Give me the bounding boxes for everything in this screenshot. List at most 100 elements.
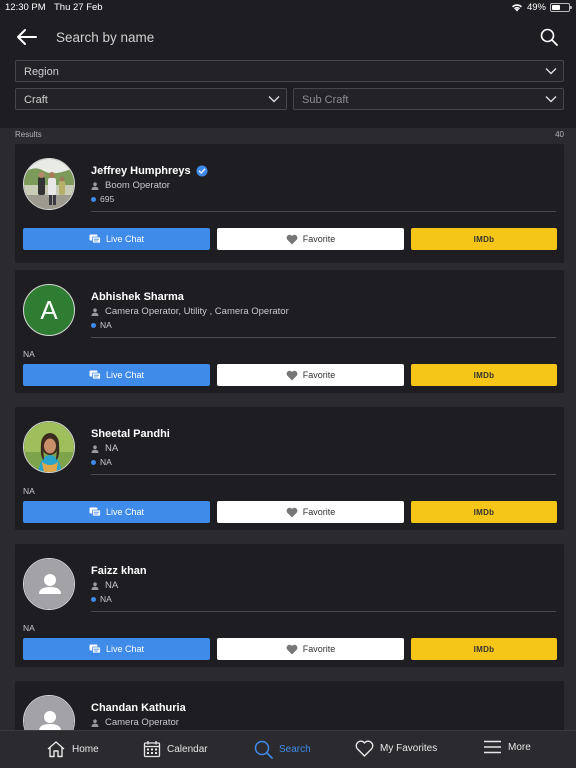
favorite-label: Favorite bbox=[302, 234, 336, 244]
craft-row: NA bbox=[91, 580, 118, 591]
sub-craft-select-label: Sub Craft bbox=[302, 94, 349, 106]
tab-bar: Home Calendar Search My Favorites More bbox=[0, 730, 576, 768]
result-card[interactable]: Chandan Kathuria Camera Operator bbox=[15, 681, 564, 730]
imdb-label: IMDb bbox=[473, 507, 495, 517]
divider bbox=[91, 211, 556, 212]
search-icon[interactable] bbox=[540, 28, 558, 46]
wifi-icon bbox=[511, 4, 522, 12]
imdb-button[interactable]: IMDb bbox=[411, 364, 557, 386]
heart-icon bbox=[286, 234, 298, 244]
person-name[interactable]: Abhishek Sharma bbox=[91, 291, 184, 303]
live-chat-button[interactable]: Live Chat bbox=[23, 364, 210, 386]
status-dot bbox=[91, 596, 96, 602]
search-input[interactable] bbox=[56, 26, 496, 48]
avatar[interactable] bbox=[23, 421, 75, 473]
result-card[interactable]: Faizz khan NA NA NA Live Chat Favorite IMDb bbox=[15, 544, 564, 667]
craft-row: Camera Operator bbox=[91, 717, 179, 728]
chevron-down-icon bbox=[545, 68, 557, 75]
craft-select-label: Craft bbox=[24, 94, 48, 106]
person-icon bbox=[91, 581, 99, 590]
results-label: Results bbox=[15, 130, 42, 139]
results-list[interactable]: Jeffrey Humphreys Boom Operator 695 Live Ch… bbox=[0, 142, 576, 730]
tab-more[interactable]: More bbox=[483, 740, 531, 754]
person-note: NA bbox=[23, 623, 35, 633]
favorite-button[interactable]: Favorite bbox=[217, 501, 404, 523]
status-dot bbox=[91, 459, 96, 465]
avatar[interactable] bbox=[23, 695, 75, 730]
person-name[interactable]: Faizz khan bbox=[91, 565, 147, 577]
divider bbox=[91, 611, 556, 612]
favorite-button[interactable]: Favorite bbox=[217, 638, 404, 660]
favorite-button[interactable]: Favorite bbox=[217, 364, 404, 386]
imdb-label: IMDb bbox=[473, 644, 495, 654]
person-name[interactable]: Jeffrey Humphreys bbox=[91, 165, 191, 177]
imdb-button[interactable]: IMDb bbox=[411, 501, 557, 523]
tab-search[interactable]: Search bbox=[254, 740, 311, 759]
region-select[interactable]: Region bbox=[15, 60, 564, 82]
person-craft: Camera Operator, Utility , Camera Operat… bbox=[105, 306, 289, 317]
heart-icon bbox=[355, 740, 374, 757]
result-card[interactable]: A Abhishek Sharma Camera Operator, Utility… bbox=[15, 270, 564, 393]
status-bar: 12:30 PM Thu 27 Feb 49% bbox=[0, 0, 576, 16]
status-time: 12:30 PM bbox=[5, 2, 46, 13]
count-row: NA bbox=[91, 594, 112, 604]
live-chat-label: Live Chat bbox=[105, 234, 145, 244]
person-name-row[interactable]: Faizz khan bbox=[91, 565, 147, 577]
tab-calendar[interactable]: Calendar bbox=[143, 740, 208, 758]
imdb-label: IMDb bbox=[473, 370, 495, 380]
live-chat-label: Live Chat bbox=[105, 644, 145, 654]
tab-home[interactable]: Home bbox=[46, 740, 99, 758]
person-count: NA bbox=[100, 320, 112, 330]
avatar[interactable] bbox=[23, 558, 75, 610]
person-name-row[interactable]: Sheetal Pandhi bbox=[91, 428, 170, 440]
person-icon bbox=[91, 307, 99, 316]
back-arrow-icon[interactable] bbox=[16, 28, 38, 46]
live-chat-button[interactable]: Live Chat bbox=[23, 501, 210, 523]
imdb-button[interactable]: IMDb bbox=[411, 638, 557, 660]
live-chat-button[interactable]: Live Chat bbox=[23, 228, 210, 250]
result-card[interactable]: Jeffrey Humphreys Boom Operator 695 Live Ch… bbox=[15, 144, 564, 263]
imdb-button[interactable]: IMDb bbox=[411, 228, 557, 250]
tab-my-favorites[interactable]: My Favorites bbox=[355, 740, 437, 757]
results-bar: Results 40 bbox=[0, 128, 576, 142]
chevron-down-icon bbox=[545, 96, 557, 103]
chevron-down-icon bbox=[268, 96, 280, 103]
menu-icon bbox=[484, 740, 501, 754]
tab-more-label: More bbox=[508, 741, 531, 753]
craft-select[interactable]: Craft bbox=[15, 88, 287, 110]
count-row: 695 bbox=[91, 194, 114, 204]
search-icon bbox=[254, 740, 273, 759]
heart-icon bbox=[286, 644, 298, 654]
person-craft: NA bbox=[105, 443, 119, 454]
person-icon bbox=[91, 181, 99, 190]
results-count: 40 bbox=[555, 130, 564, 139]
count-row: NA bbox=[91, 457, 112, 467]
live-chat-label: Live Chat bbox=[105, 370, 145, 380]
person-name-row[interactable]: Jeffrey Humphreys bbox=[91, 165, 208, 177]
battery-percent: 49% bbox=[526, 2, 546, 13]
person-name-row[interactable]: Abhishek Sharma bbox=[91, 291, 184, 303]
person-icon bbox=[91, 718, 99, 727]
craft-row: Boom Operator bbox=[91, 180, 170, 191]
chat-icon bbox=[89, 507, 101, 517]
status-dot bbox=[91, 322, 96, 328]
person-name[interactable]: Sheetal Pandhi bbox=[91, 428, 170, 440]
heart-icon bbox=[286, 507, 298, 517]
calendar-icon bbox=[143, 741, 161, 758]
chat-icon bbox=[89, 644, 101, 654]
person-name[interactable]: Chandan Kathuria bbox=[91, 702, 186, 714]
region-select-label: Region bbox=[24, 66, 59, 78]
avatar[interactable] bbox=[23, 158, 75, 210]
avatar[interactable]: A bbox=[23, 284, 75, 336]
person-count: 695 bbox=[100, 194, 115, 204]
live-chat-button[interactable]: Live Chat bbox=[23, 638, 210, 660]
search-header: Region Craft Sub Craft bbox=[0, 16, 576, 128]
result-card[interactable]: Sheetal Pandhi NA NA NA Live Chat Favorite IMD… bbox=[15, 407, 564, 530]
tab-home-label: Home bbox=[72, 743, 99, 755]
status-dot bbox=[91, 196, 96, 202]
sub-craft-select[interactable]: Sub Craft bbox=[293, 88, 564, 110]
person-note: NA bbox=[23, 486, 35, 496]
person-name-row[interactable]: Chandan Kathuria bbox=[91, 702, 186, 714]
chat-icon bbox=[89, 234, 101, 244]
favorite-button[interactable]: Favorite bbox=[217, 228, 404, 250]
